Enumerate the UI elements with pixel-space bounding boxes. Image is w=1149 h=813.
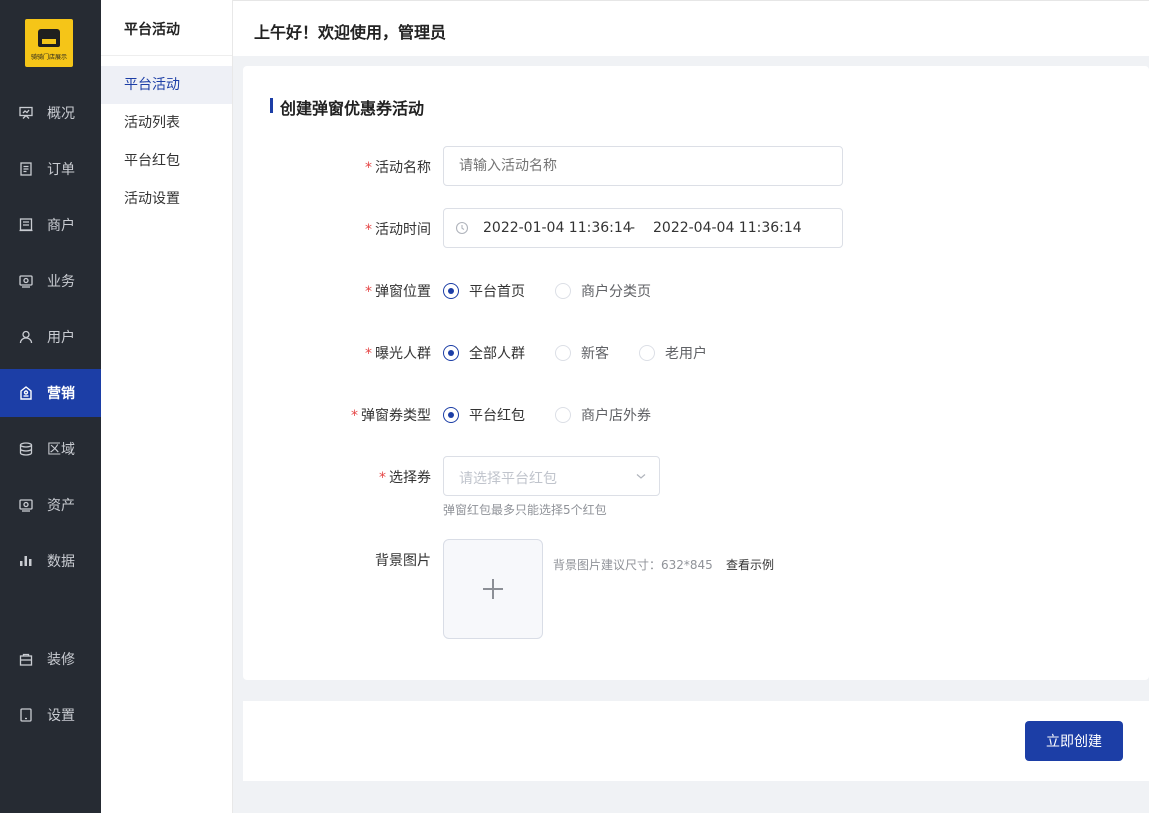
store-logo-icon: [38, 29, 60, 47]
background-size-hint: 背景图片建议尺寸：632*845: [553, 558, 713, 572]
activity-time-range-picker[interactable]: 2022-01-04 11:36:14 - 2022-04-04 11:36:1…: [443, 208, 843, 248]
sidebar-item-data[interactable]: 数据: [0, 537, 101, 585]
main-sidebar: 骑骑门店展示 概况 订单 商户 业务 用户 营销 区域 资产 数据 装修 设置: [0, 0, 101, 813]
sidebar-item-users[interactable]: 用户: [0, 313, 101, 361]
radio-circle: [443, 283, 459, 299]
activity-name-label: * 活动名称: [365, 160, 431, 176]
submenu-item-activity-settings[interactable]: 活动设置: [101, 180, 232, 218]
audience-label: * 曝光人群: [365, 346, 431, 362]
document-icon: [18, 161, 34, 177]
radio-all-users[interactable]: 全部人群: [443, 343, 555, 363]
user-icon: [18, 329, 34, 345]
background-image-label: 背景图片: [375, 553, 431, 569]
logo-text: 骑骑门店展示: [30, 54, 67, 61]
submenu-item-platform-red-packet[interactable]: 平台红包: [101, 142, 232, 180]
brand-logo[interactable]: 骑骑门店展示: [25, 19, 73, 67]
sidebar-item-assets[interactable]: 资产: [0, 481, 101, 529]
plus-icon: [483, 579, 503, 599]
audience-radio-group: 全部人群 新客 老用户: [443, 343, 707, 363]
radio-circle: [555, 283, 571, 299]
activity-name-input[interactable]: [443, 146, 843, 186]
activity-time-label: * 活动时间: [365, 222, 431, 238]
sidebar-item-business[interactable]: 业务: [0, 257, 101, 305]
coupon-type-radio-group: 平台红包 商户店外券: [443, 405, 651, 425]
coupon-select-placeholder: 请选择平台红包: [459, 471, 557, 487]
required-mark: *: [365, 160, 372, 176]
submenu-item-activity-list[interactable]: 活动列表: [101, 104, 232, 142]
sidebar-item-merchants[interactable]: 商户: [0, 201, 101, 249]
form-card: 创建弹窗优惠券活动 *活动名称 *活动时间 2022-01-04 11:36:1…: [243, 66, 1149, 680]
chevron-down-icon: [635, 470, 647, 486]
sidebar-item-orders[interactable]: 订单: [0, 145, 101, 193]
sidebar-item-regions[interactable]: 区域: [0, 425, 101, 473]
popup-position-radio-group: 平台首页 商户分类页: [443, 281, 651, 301]
create-now-button[interactable]: 立即创建: [1025, 721, 1123, 761]
coupon-select-dropdown[interactable]: 请选择平台红包: [443, 456, 660, 496]
required-mark: *: [365, 346, 372, 362]
radio-platform-red-packet[interactable]: 平台红包: [443, 405, 555, 425]
radio-circle: [555, 345, 571, 361]
radio-circle: [639, 345, 655, 361]
radio-circle: [555, 407, 571, 423]
radio-circle: [443, 407, 459, 423]
footer-bar: 立即创建: [243, 701, 1149, 781]
radio-circle: [443, 345, 459, 361]
popup-position-label: * 弹窗位置: [365, 284, 431, 300]
sidebar-item-marketing[interactable]: 营销: [0, 369, 101, 417]
required-mark: *: [379, 470, 386, 486]
tablet-icon: [18, 707, 34, 723]
greeting-text: 上午好！欢迎使用，管理员: [254, 23, 447, 42]
shopping-bag-icon: [18, 651, 34, 667]
range-separator: -: [630, 220, 636, 236]
bar-chart-icon: [18, 553, 34, 569]
required-mark: *: [351, 408, 358, 424]
store-icon: [18, 217, 34, 233]
submenu-item-platform-activity[interactable]: 平台活动: [101, 66, 232, 104]
tag-icon: [18, 385, 34, 401]
radio-new-customers[interactable]: 新客: [555, 343, 639, 363]
sidebar-item-settings[interactable]: 设置: [0, 691, 101, 739]
briefcase-icon: [18, 273, 34, 289]
select-coupon-label: * 选择券: [379, 470, 431, 486]
background-image-upload[interactable]: [443, 539, 543, 639]
coupon-type-label: * 弹窗券类型: [351, 408, 431, 424]
sidebar-item-decoration[interactable]: 装修: [0, 635, 101, 683]
radio-merchant-category[interactable]: 商户分类页: [555, 281, 651, 301]
divider: [101, 55, 232, 56]
top-header: 上午好！欢迎使用，管理员: [233, 0, 1149, 56]
presentation-icon: [18, 105, 34, 121]
end-date[interactable]: 2022-04-04 11:36:14: [653, 220, 802, 236]
start-date[interactable]: 2022-01-04 11:36:14: [483, 220, 632, 236]
submenu-title: 平台活动: [124, 22, 180, 38]
radio-platform-home[interactable]: 平台首页: [443, 281, 555, 301]
required-mark: *: [365, 284, 372, 300]
database-icon: [18, 441, 34, 457]
coupon-select-hint: 弹窗红包最多只能选择5个红包: [443, 503, 607, 517]
sidebar-item-overview[interactable]: 概况: [0, 89, 101, 137]
radio-returning-users[interactable]: 老用户: [639, 343, 707, 363]
clock-icon: [455, 221, 469, 239]
radio-merchant-coupon[interactable]: 商户店外券: [555, 405, 651, 425]
wallet-icon: [18, 497, 34, 513]
view-example-link[interactable]: 查看示例: [726, 556, 774, 573]
page-title: 创建弹窗优惠券活动: [270, 95, 424, 119]
secondary-menu: 平台活动 平台活动 活动列表 平台红包 活动设置: [101, 0, 233, 813]
required-mark: *: [365, 222, 372, 238]
